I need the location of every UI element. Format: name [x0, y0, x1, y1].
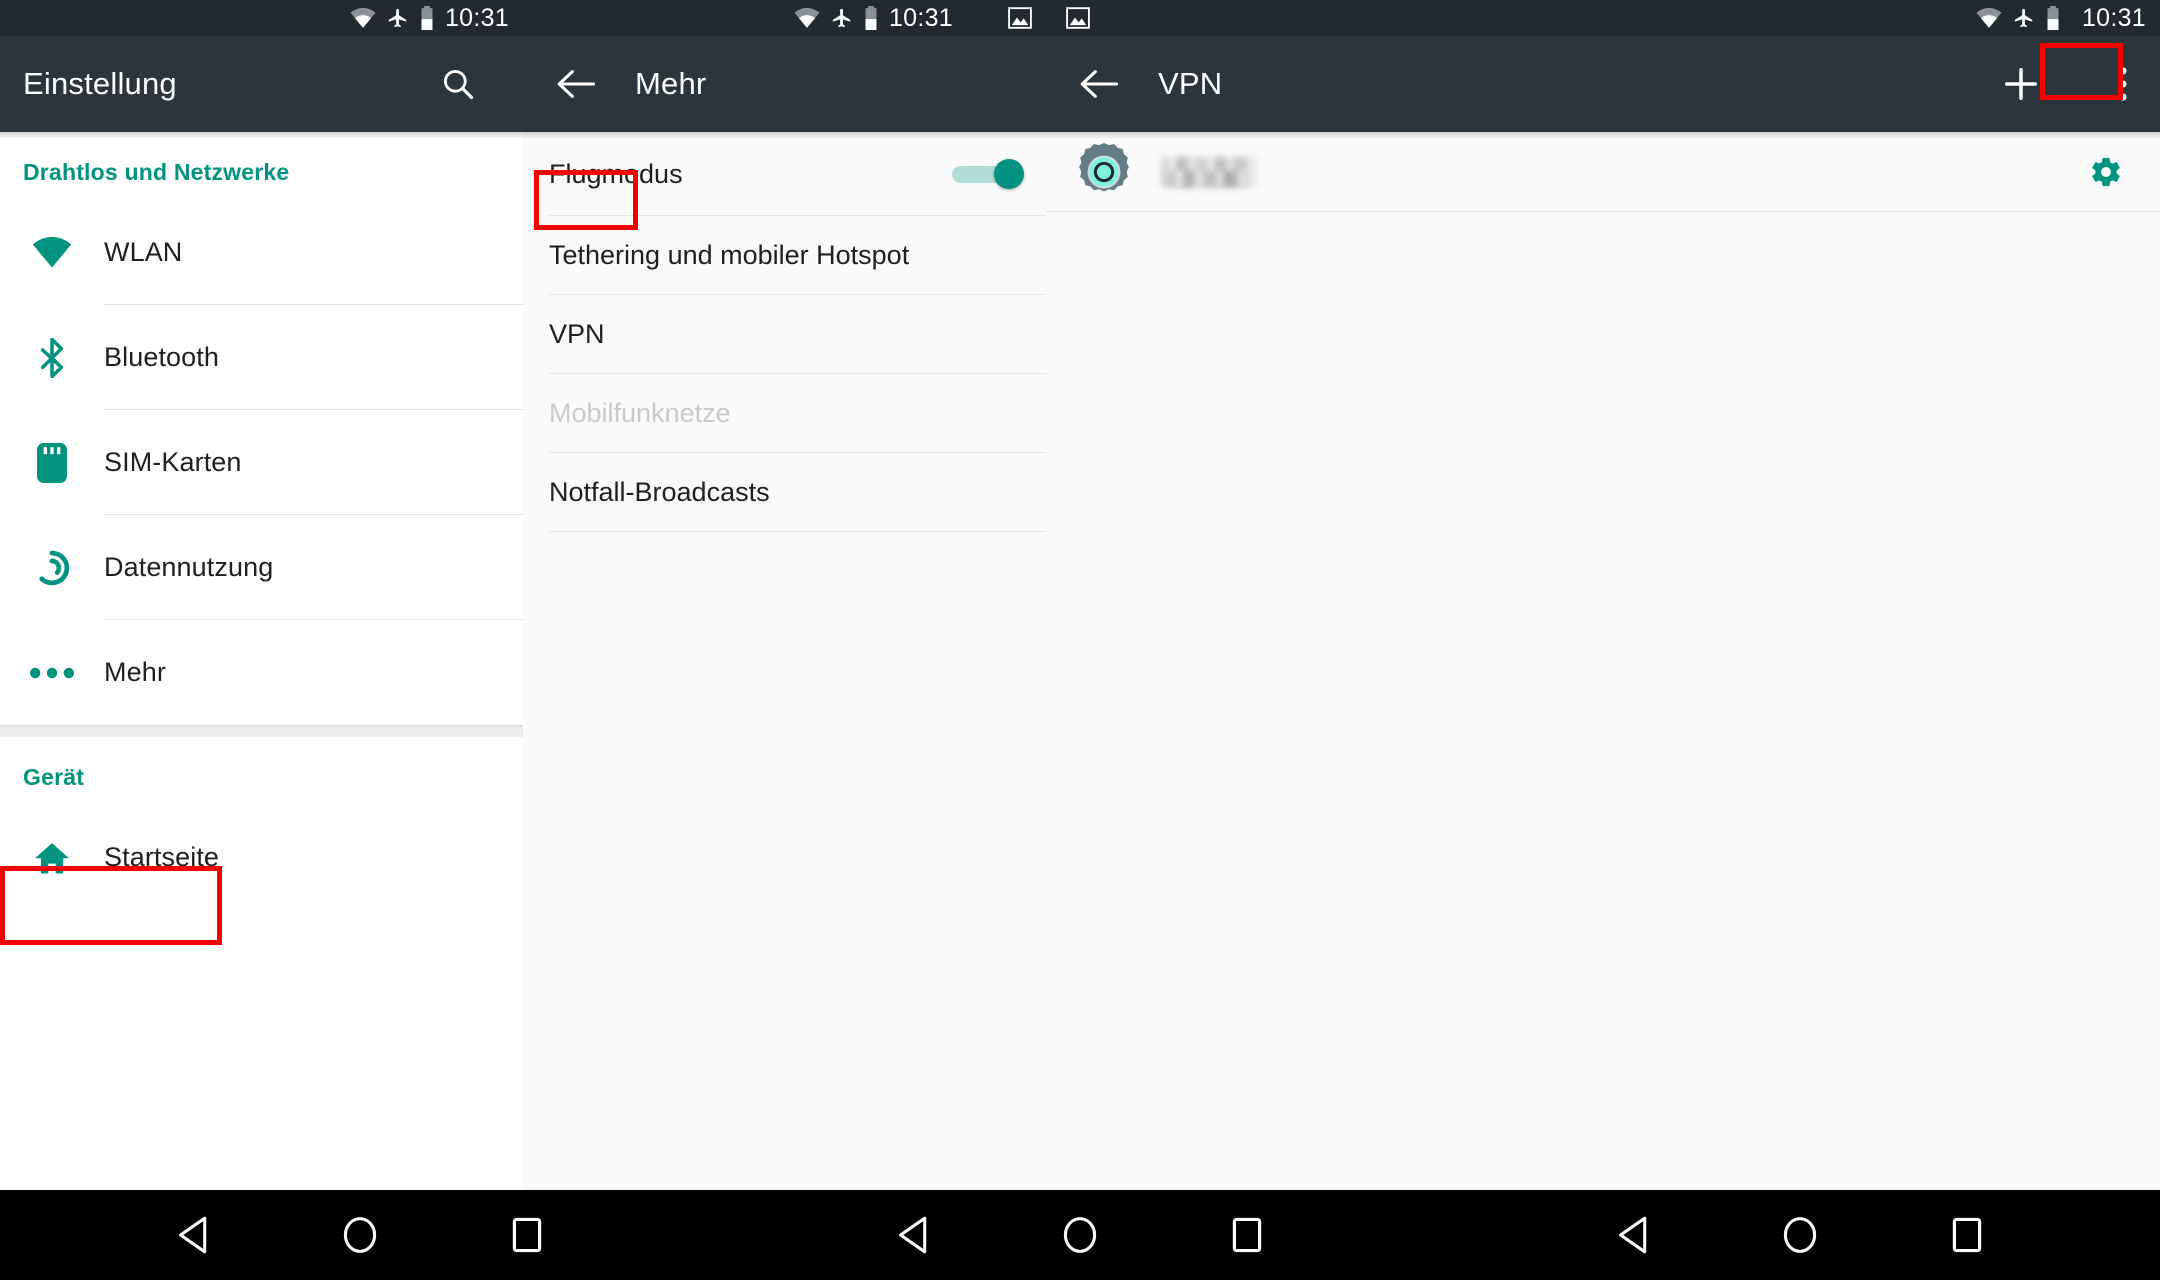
status-bar-left: 10:31: [0, 0, 523, 36]
android-nav-bar: [0, 1190, 2160, 1280]
settings-list: Drahtlos und Netzwerke WLAN Bluetooth SI…: [0, 132, 523, 910]
battery-icon: [420, 6, 434, 30]
list-item-label: Notfall-Broadcasts: [549, 477, 770, 507]
vpn-list: [1046, 132, 2160, 212]
page-title: Mehr: [635, 66, 707, 101]
sidebar-item-label: SIM-Karten: [104, 447, 242, 477]
more-settings-list: Flugmodus Tethering und mobiler Hotspot …: [523, 132, 1046, 532]
vpn-app-gear-icon: [1073, 141, 1135, 203]
bluetooth-icon: [0, 337, 104, 378]
app-bar-vpn: VPN: [1046, 36, 2160, 132]
sidebar-item-mehr[interactable]: Mehr: [0, 620, 523, 725]
list-item-label: Tethering und mobiler Hotspot: [549, 240, 910, 270]
list-item-label: VPN: [549, 319, 605, 349]
list-item-label: Mobilfunknetze: [549, 398, 731, 428]
recents-square-icon[interactable]: [1932, 1200, 2002, 1270]
wifi-icon: [1976, 8, 2002, 28]
section-gap: [0, 725, 523, 737]
panel-vpn: 10:31 VPN: [1046, 0, 2160, 1190]
panel-more-settings: 10:31 Mehr Flugmodus Tethering und mobil…: [523, 0, 1046, 1190]
list-item-vpn[interactable]: VPN: [523, 295, 1046, 374]
home-circle-icon[interactable]: [1765, 1200, 1835, 1270]
app-bar-settings: Einstellung: [0, 36, 523, 132]
list-item-flugmodus[interactable]: Flugmodus: [523, 132, 1046, 216]
app-bar-more: Mehr: [523, 36, 1046, 132]
sidebar-item-label: Datennutzung: [104, 552, 274, 582]
page-title: VPN: [1158, 66, 1223, 101]
overflow-menu-icon[interactable]: [2110, 55, 2136, 113]
sidebar-item-label: Mehr: [104, 657, 166, 687]
back-triangle-icon[interactable]: [1598, 1200, 1668, 1270]
sidebar-item-wlan[interactable]: WLAN: [0, 200, 523, 305]
android-settings-triptych-screenshot: 10:31 Einstellung Drahtlos und Netzwerke: [0, 0, 2160, 1280]
panels-container: 10:31 Einstellung Drahtlos und Netzwerke: [0, 0, 2160, 1190]
redaction-blur: [1165, 171, 1249, 187]
flugmodus-toggle[interactable]: [952, 159, 1024, 189]
back-triangle-icon[interactable]: [878, 1200, 948, 1270]
divider: [549, 531, 1046, 532]
wifi-icon: [350, 8, 376, 28]
vpn-entry-row[interactable]: [1046, 132, 2160, 212]
recents-square-icon[interactable]: [1212, 1200, 1282, 1270]
list-item-notfall-broadcasts[interactable]: Notfall-Broadcasts: [523, 453, 1046, 532]
airplane-mode-icon: [831, 7, 853, 29]
sidebar-item-label: Startseite: [104, 842, 220, 872]
recents-square-icon[interactable]: [492, 1200, 562, 1270]
data-usage-icon: [0, 549, 104, 587]
status-bar-clock: 10:31: [2081, 3, 2146, 32]
plus-icon[interactable]: [1992, 55, 2050, 113]
screenshot-image-icon: [1066, 6, 1090, 30]
nav-group: [1440, 1190, 2160, 1280]
list-item-mobilfunknetze: Mobilfunknetze: [523, 374, 1046, 453]
airplane-mode-icon: [387, 7, 409, 29]
back-arrow-icon[interactable]: [547, 55, 605, 113]
wifi-icon: [0, 237, 104, 268]
home-icon: [0, 841, 104, 875]
back-triangle-icon[interactable]: [158, 1200, 228, 1270]
sidebar-item-datennutzung[interactable]: Datennutzung: [0, 515, 523, 620]
sim-card-icon: [0, 442, 104, 483]
section-header-device: Gerät: [23, 764, 85, 790]
status-bar-clock: 10:31: [888, 3, 953, 32]
battery-icon: [2046, 6, 2060, 30]
nav-group: [0, 1190, 720, 1280]
more-dots-icon: [0, 666, 104, 680]
back-arrow-icon[interactable]: [1070, 55, 1128, 113]
page-title: Einstellung: [23, 66, 177, 101]
sidebar-item-label: Bluetooth: [104, 342, 219, 372]
toggle-thumb: [994, 159, 1024, 189]
status-bar-clock: 10:31: [444, 3, 509, 32]
section-header-wireless: Drahtlos und Netzwerke: [23, 159, 290, 185]
airplane-mode-icon: [2013, 7, 2035, 29]
gear-settings-icon[interactable]: [2082, 155, 2130, 189]
screenshot-image-icon: [1008, 6, 1032, 30]
vpn-entry-name: [1161, 155, 2082, 189]
status-bar-right: 10:31: [1046, 0, 2160, 36]
wifi-icon: [794, 8, 820, 28]
sidebar-item-startseite[interactable]: Startseite: [0, 805, 523, 910]
home-circle-icon[interactable]: [325, 1200, 395, 1270]
sidebar-item-label: WLAN: [104, 237, 183, 267]
panel-settings-root: 10:31 Einstellung Drahtlos und Netzwerke: [0, 0, 523, 1190]
home-circle-icon[interactable]: [1045, 1200, 1115, 1270]
list-item-label: Flugmodus: [549, 158, 683, 189]
nav-group: [720, 1190, 1440, 1280]
battery-icon: [864, 6, 878, 30]
list-item-tethering[interactable]: Tethering und mobiler Hotspot: [523, 216, 1046, 295]
status-bar-middle: 10:31: [523, 0, 1046, 36]
sidebar-item-bluetooth[interactable]: Bluetooth: [0, 305, 523, 410]
divider: [1046, 211, 2160, 212]
sidebar-item-sim-karten[interactable]: SIM-Karten: [0, 410, 523, 515]
search-icon[interactable]: [429, 55, 487, 113]
